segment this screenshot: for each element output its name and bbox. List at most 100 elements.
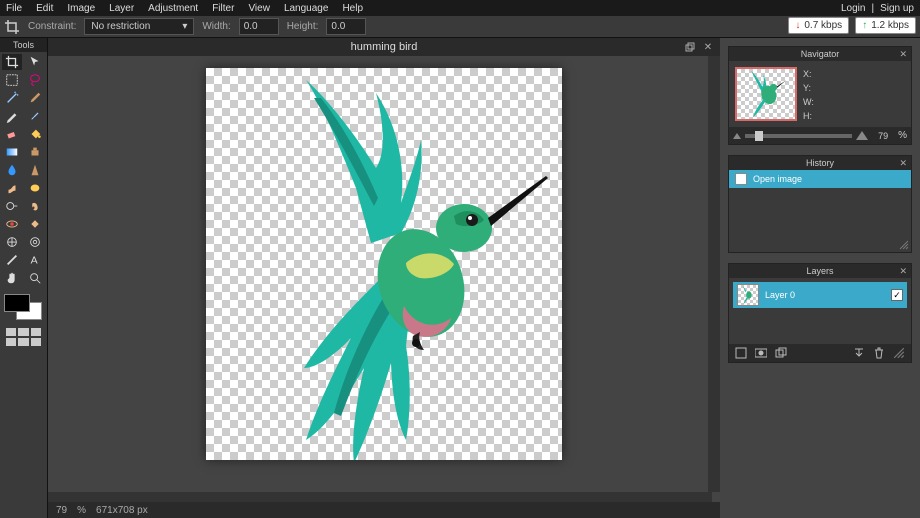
smudge-tool[interactable] [2,180,22,196]
resize-grip-icon[interactable] [893,347,905,359]
layers-footer [729,344,911,362]
navigator-zoom-slider[interactable]: 79 % [729,127,911,144]
width-input[interactable]: 0.0 [239,18,279,35]
close-icon[interactable]: ✕ [899,266,907,277]
vertical-scrollbar[interactable] [708,56,720,492]
navigator-thumbnail[interactable] [735,67,797,121]
height-label: Height: [287,21,319,32]
nav-y-label: Y: [803,83,814,93]
navigator-panel: Navigator ✕ X: Y: W: [728,46,912,145]
upload-rate: ↑1.2 kbps [855,17,916,34]
layer-mask-icon[interactable] [755,347,767,359]
history-item[interactable]: Open image [729,170,911,188]
document-header: humming bird ✕ [48,38,720,56]
upload-icon: ↑ [862,20,867,31]
dodge-tool[interactable] [2,198,22,214]
type-tool[interactable]: A [25,252,45,268]
layer-visibility-checkbox[interactable]: ✓ [891,289,903,301]
zoom-level: 79 [56,505,67,516]
pencil-tool[interactable] [2,108,22,124]
zoom-slider-thumb[interactable] [755,131,763,141]
history-item-label: Open image [753,174,802,184]
blur-tool[interactable] [2,162,22,178]
color-swatches[interactable] [4,294,42,320]
close-icon[interactable]: ✕ [702,41,714,53]
layers-panel: Layers ✕ Layer 0 ✓ [728,263,912,363]
menu-filter[interactable]: Filter [212,3,234,14]
menu-bar: File Edit Image Layer Adjustment Filter … [0,0,920,16]
menu-language[interactable]: Language [284,3,329,14]
menu-help[interactable]: Help [342,3,363,14]
image-layer [206,68,562,460]
sponge-tool[interactable] [25,180,45,196]
spot-heal-tool[interactable] [25,216,45,232]
nav-x-label: X: [803,69,814,79]
restore-icon[interactable] [684,41,696,53]
height-input[interactable]: 0.0 [326,18,366,35]
tools-panel: Tools A [0,38,48,518]
gradient-tool[interactable] [2,144,22,160]
menu-file[interactable]: File [6,3,22,14]
horizontal-scrollbar[interactable] [48,492,712,502]
brush-tool[interactable] [25,108,45,124]
download-rate: ↓0.7 kbps [788,17,849,34]
zoom-slider-track[interactable] [745,134,852,138]
menu-image[interactable]: Image [67,3,95,14]
close-icon[interactable]: ✕ [899,49,907,60]
chevron-down-icon: ▾ [182,21,187,32]
bloat-tool[interactable] [2,234,22,250]
eyedropper-tool[interactable] [25,90,45,106]
constraint-dropdown[interactable]: No restriction ▾ [84,18,194,35]
resize-grip-icon[interactable] [899,240,909,250]
lasso-tool[interactable] [25,72,45,88]
merge-down-icon[interactable] [853,347,865,359]
paint-bucket-tool[interactable] [25,126,45,142]
document-title: humming bird [351,41,418,53]
pinch-tool[interactable] [25,234,45,250]
navigator-title: Navigator [801,49,840,59]
zoom-out-icon[interactable] [733,133,741,139]
delete-layer-icon[interactable] [873,347,885,359]
drawing-tool[interactable] [2,252,22,268]
eraser-tool[interactable] [2,126,22,142]
option-bar: Constraint: No restriction ▾ Width: 0.0 … [0,16,920,38]
layer-row[interactable]: Layer 0 ✓ [733,282,907,308]
status-bar: 79 % 671x708 px [48,502,720,518]
nav-w-label: W: [803,97,814,107]
crop-tool[interactable] [2,54,22,70]
wand-tool[interactable] [2,90,22,106]
close-icon[interactable]: ✕ [899,158,907,169]
zoom-in-icon[interactable] [856,131,868,140]
login-link[interactable]: Login [841,3,865,14]
navigator-zoom-value: 79 [872,131,894,141]
zoom-pct: % [77,505,86,516]
menu-view[interactable]: View [248,3,270,14]
menu-adjustment[interactable]: Adjustment [148,3,198,14]
move-tool[interactable] [25,54,45,70]
svg-text:A: A [30,255,37,267]
constraint-label: Constraint: [28,21,76,32]
nav-h-label: H: [803,111,814,121]
history-title: History [806,158,834,168]
side-panels: Navigator ✕ X: Y: W: [720,38,920,518]
canvas-viewport[interactable] [48,56,720,492]
signup-link[interactable]: Sign up [880,3,914,14]
layer-name: Layer 0 [765,290,885,300]
duplicate-layer-icon[interactable] [775,347,787,359]
menu-edit[interactable]: Edit [36,3,53,14]
sharpen-tool[interactable] [25,162,45,178]
marquee-tool[interactable] [2,72,22,88]
canvas-content[interactable] [206,68,562,460]
canvas-area: humming bird ✕ [48,38,720,518]
burn-tool[interactable] [25,198,45,214]
clone-tool[interactable] [25,144,45,160]
bandwidth-indicator: ↓0.7 kbps ↑1.2 kbps [788,17,916,34]
red-eye-tool[interactable] [2,216,22,232]
layout-presets[interactable] [0,326,47,348]
hand-tool[interactable] [2,270,22,286]
tools-title: Tools [0,38,47,52]
new-layer-icon[interactable] [735,347,747,359]
foreground-color-swatch[interactable] [4,294,30,312]
menu-layer[interactable]: Layer [109,3,134,14]
zoom-tool[interactable] [25,270,45,286]
